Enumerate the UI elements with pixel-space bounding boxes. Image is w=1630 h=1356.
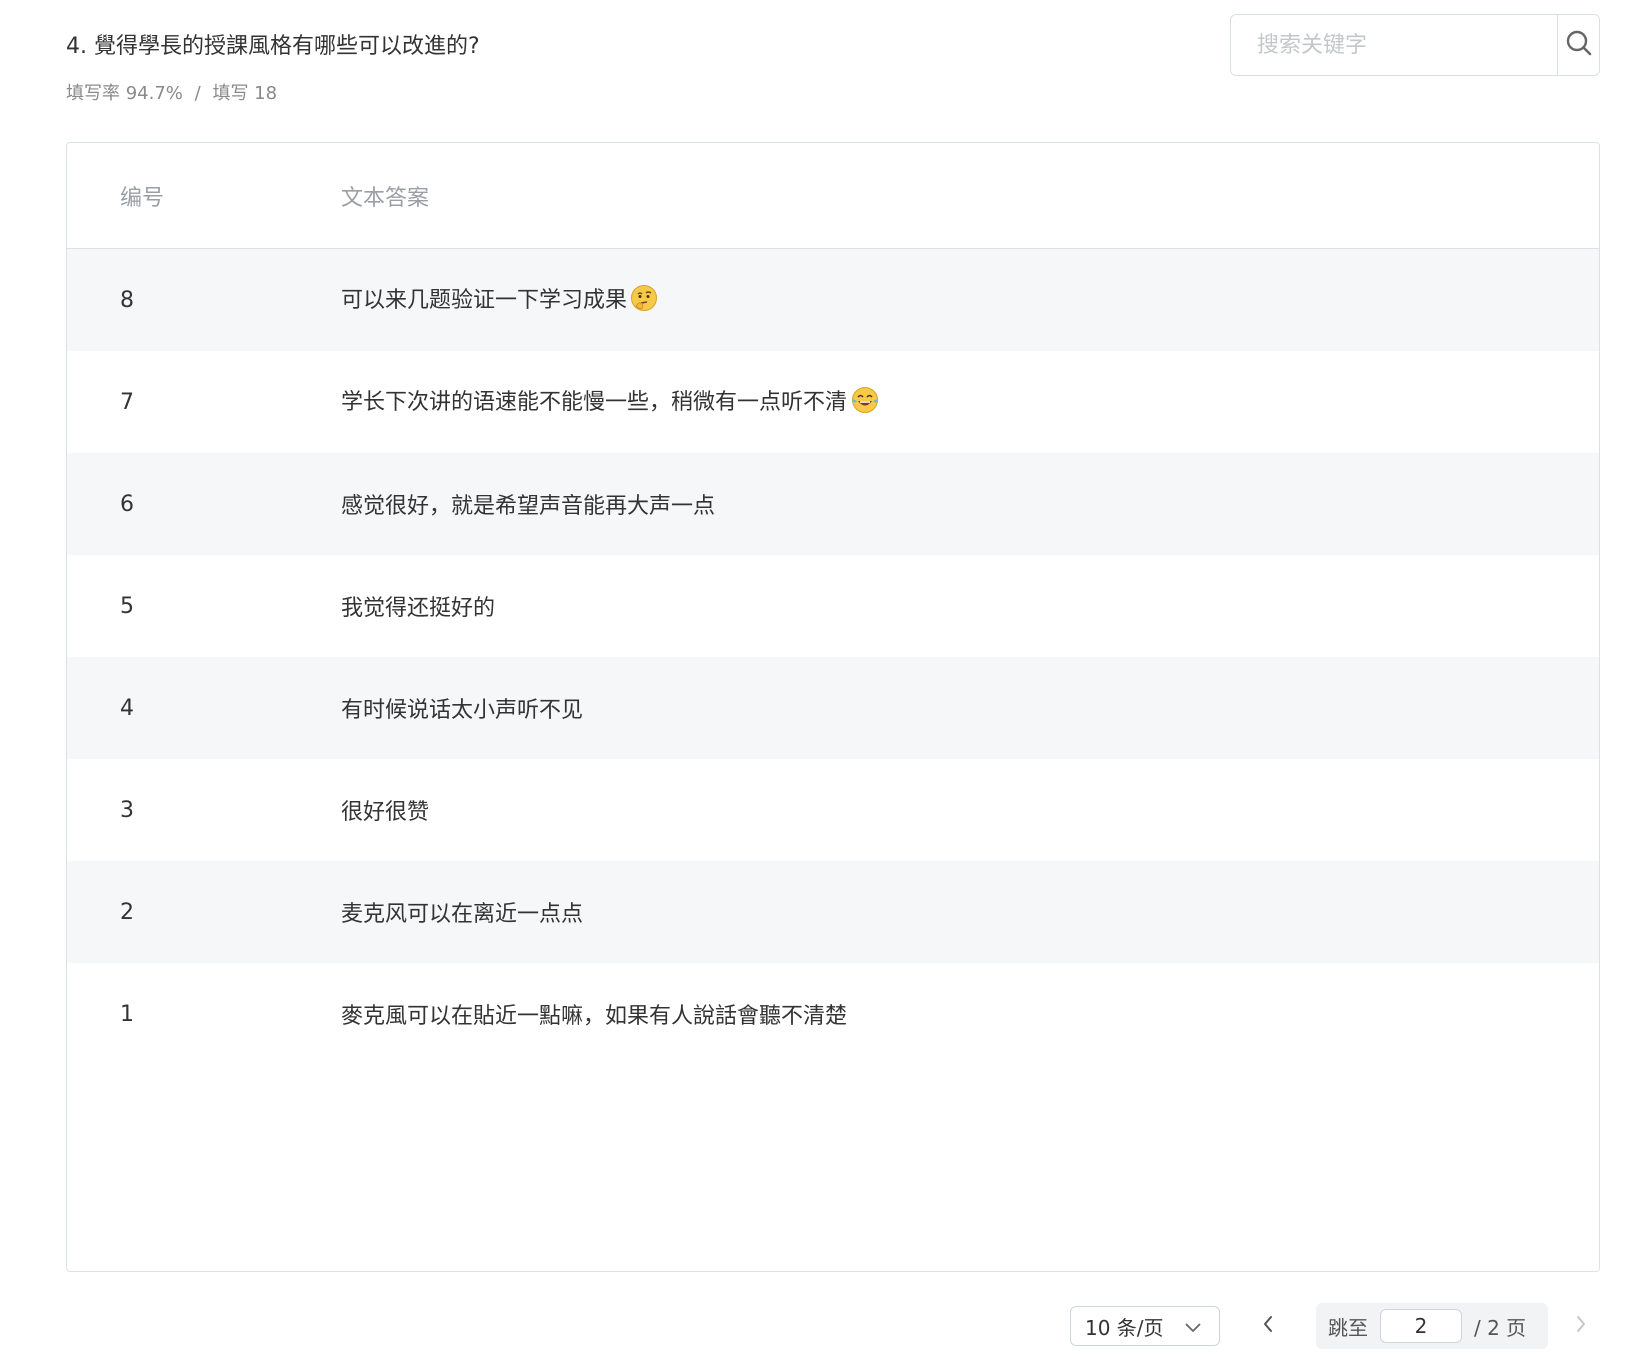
page-jump: 跳至 / 2 页: [1316, 1303, 1548, 1349]
table-row: 8 可以来几题验证一下学习成果: [67, 249, 1599, 351]
header-id: 编号: [120, 185, 165, 211]
chevron-down-icon: [1185, 1314, 1201, 1338]
total-pages-label: / 2 页: [1474, 1315, 1527, 1340]
row-text: 麦克风可以在离近一点点: [341, 902, 584, 927]
table-row: 2 麦克风可以在离近一点点: [67, 861, 1599, 963]
row-text: 感觉很好，就是希望声音能再大声一点: [341, 494, 716, 519]
row-text: 有时候说话太小声听不见: [341, 698, 584, 723]
chevron-left-icon: [1262, 1315, 1274, 1337]
table-row: 6 感觉很好，就是希望声音能再大声一点: [67, 453, 1599, 555]
fill-count: 填写 18: [212, 83, 278, 104]
page-size-label: 10 条/页: [1085, 1315, 1164, 1340]
row-text-content: 可以来几题验证一下学习成果: [341, 288, 628, 313]
question-meta: 填写率 94.7% / 填写 18: [66, 80, 277, 108]
row-id: 3: [120, 797, 134, 823]
meta-separator: /: [194, 83, 201, 104]
next-page-button[interactable]: [1566, 1306, 1596, 1346]
row-text: 可以来几题验证一下学习成果: [341, 282, 1599, 318]
table-row: 7 学长下次讲的语速能不能慢一些，稍微有一点听不清: [67, 351, 1599, 453]
search-input[interactable]: [1231, 15, 1557, 75]
row-id: 8: [120, 287, 134, 313]
row-id: 1: [120, 1001, 134, 1027]
row-id: 7: [120, 389, 134, 415]
table-row: 4 有时候说话太小声听不见: [67, 657, 1599, 759]
chevron-right-icon: [1575, 1315, 1587, 1337]
page-size-select[interactable]: 10 条/页: [1070, 1306, 1220, 1346]
row-id: 2: [120, 899, 134, 925]
jump-label: 跳至: [1328, 1315, 1368, 1340]
row-text: 学长下次讲的语速能不能慢一些，稍微有一点听不清: [341, 384, 1599, 420]
header-text-answer: 文本答案: [341, 185, 430, 211]
search-box: [1230, 14, 1600, 76]
row-text: 我觉得还挺好的: [341, 596, 496, 621]
page-jump-input[interactable]: [1380, 1309, 1462, 1343]
search-button[interactable]: [1557, 15, 1599, 75]
search-icon: [1565, 29, 1593, 61]
table-row: 3 很好很赞: [67, 759, 1599, 861]
fill-rate: 填写率 94.7%: [66, 83, 183, 104]
row-id: 6: [120, 491, 134, 517]
table-row: 5 我觉得还挺好的: [67, 555, 1599, 657]
prev-page-button[interactable]: [1250, 1306, 1286, 1346]
row-text-content: 学长下次讲的语速能不能慢一些，稍微有一点听不清: [341, 390, 848, 415]
question-title: 4. 覺得學長的授課風格有哪些可以改進的?: [66, 34, 480, 59]
table-row: 1 麥克風可以在貼近一點嘛，如果有人說話會聽不清楚: [67, 963, 1599, 1065]
table-header: 编号 文本答案: [67, 143, 1599, 249]
row-id: 5: [120, 593, 134, 619]
thinking-face-icon: [630, 284, 658, 318]
row-id: 4: [120, 695, 134, 721]
row-text: 麥克風可以在貼近一點嘛，如果有人說話會聽不清楚: [341, 1004, 848, 1029]
row-text: 很好很赞: [341, 800, 430, 825]
answers-table: 编号 文本答案 8 可以来几题验证一下学习成果 7 学长下次讲的语速能不能慢一些…: [66, 142, 1600, 1272]
tears-of-joy-icon: [850, 386, 880, 420]
survey-question-page: 4. 覺得學長的授課風格有哪些可以改進的? 填写率 94.7% / 填写 18 …: [0, 0, 1630, 1356]
